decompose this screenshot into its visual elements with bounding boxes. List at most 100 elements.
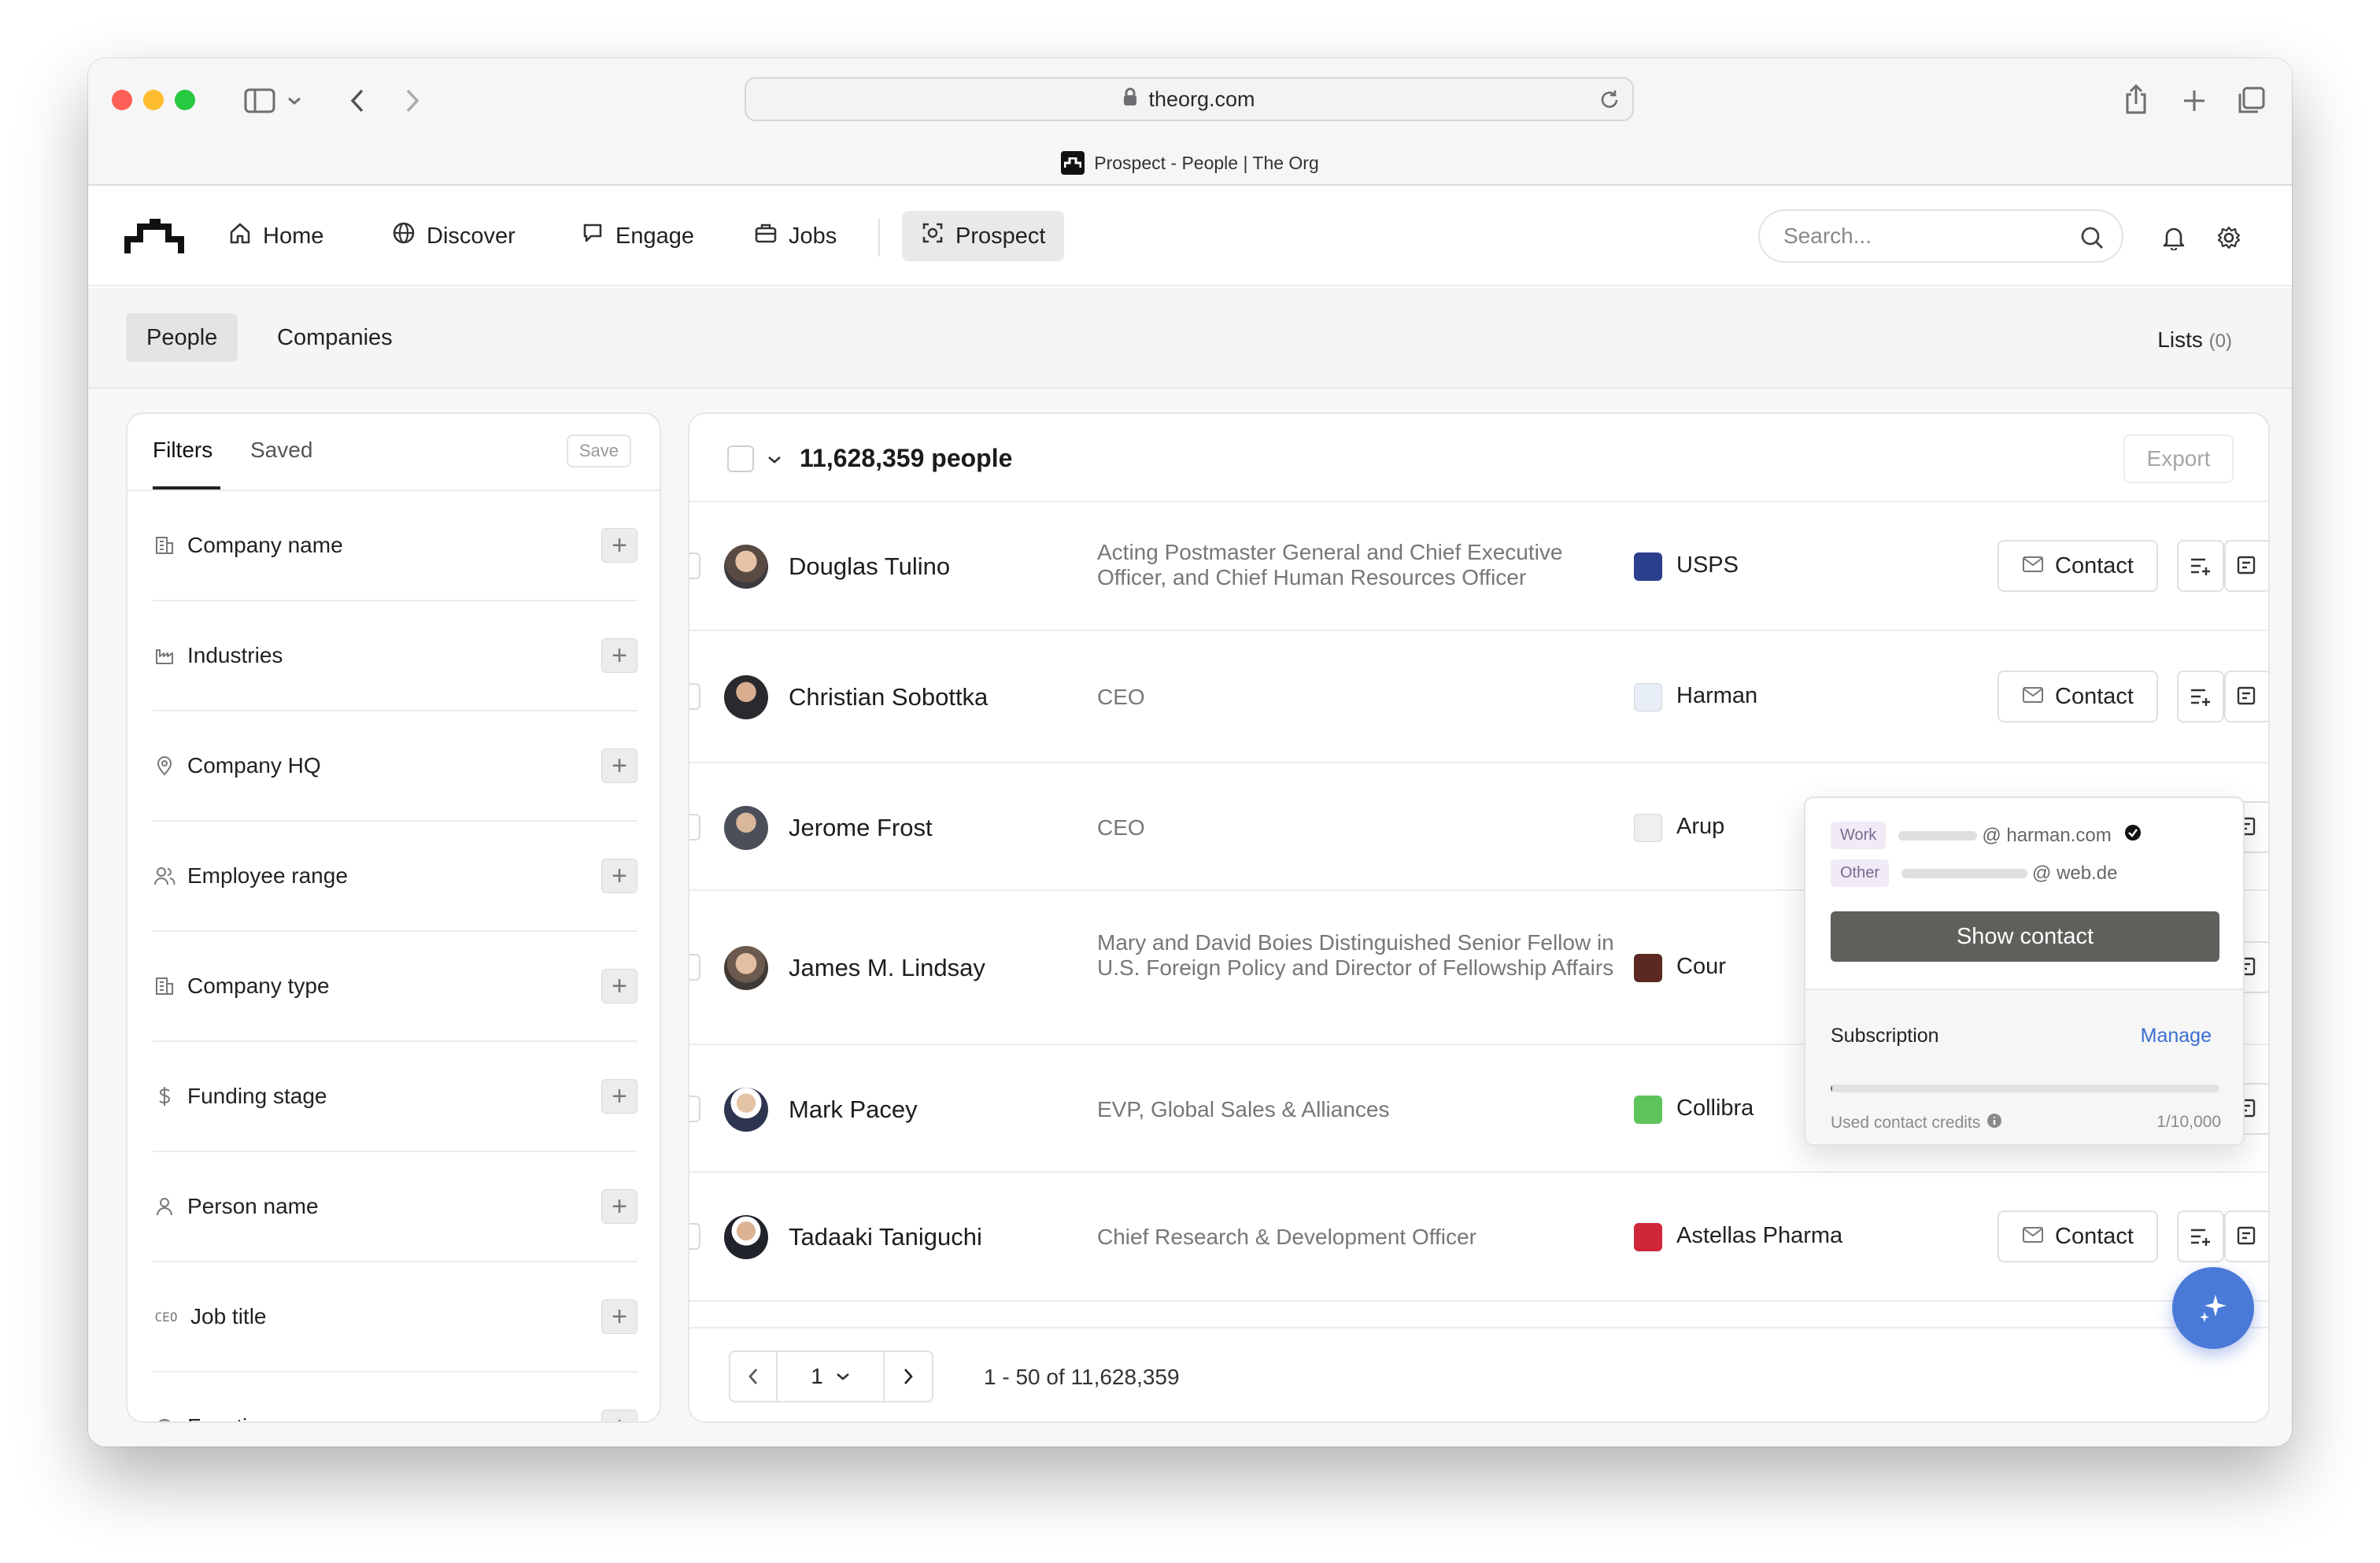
person-name[interactable]: Mark Pacey: [789, 1096, 918, 1124]
prev-page-button[interactable]: [730, 1352, 778, 1401]
add-note-button[interactable]: [2224, 671, 2268, 722]
lists-link[interactable]: Lists (0): [2157, 327, 2232, 353]
contact-button[interactable]: Contact: [1998, 540, 2158, 592]
add-filter-button[interactable]: +: [601, 1079, 638, 1114]
row-checkbox[interactable]: [689, 552, 700, 579]
add-filter-button[interactable]: +: [601, 748, 638, 783]
dollar-icon: [153, 1084, 176, 1108]
add-to-list-button[interactable]: [2177, 671, 2224, 722]
filter-company-type[interactable]: Company type +: [153, 932, 638, 1042]
search-input[interactable]: Search...: [1758, 209, 2123, 263]
back-icon[interactable]: [342, 85, 373, 116]
gear-icon[interactable]: [2213, 222, 2245, 253]
new-tab-icon[interactable]: [2177, 83, 2212, 118]
row-checkbox[interactable]: [689, 814, 700, 841]
nav-jobs[interactable]: Jobs: [735, 211, 856, 261]
filter-person-name[interactable]: Person name +: [153, 1152, 638, 1262]
factory-icon: [153, 644, 176, 667]
tab-filters[interactable]: Filters: [153, 438, 213, 463]
select-all-checkbox[interactable]: [727, 445, 754, 472]
export-button[interactable]: Export: [2123, 434, 2234, 483]
chevron-down-icon[interactable]: [285, 90, 304, 112]
filter-employee-range[interactable]: Employee range +: [153, 822, 638, 932]
add-filter-button[interactable]: +: [601, 1189, 638, 1224]
tab-people[interactable]: People: [126, 313, 238, 362]
avatar: [724, 806, 768, 850]
tab-saved[interactable]: Saved: [250, 438, 312, 463]
manage-link[interactable]: Manage: [2141, 1025, 2212, 1048]
add-filter-button[interactable]: +: [601, 1299, 638, 1334]
bell-icon[interactable]: [2158, 222, 2190, 253]
filter-company-hq[interactable]: Company HQ +: [153, 711, 638, 822]
info-icon[interactable]: [1986, 1113, 2002, 1133]
search-icon[interactable]: [2079, 225, 2105, 256]
page-number: 1: [811, 1364, 823, 1388]
close-window-button[interactable]: [112, 90, 132, 110]
add-filter-button[interactable]: +: [601, 528, 638, 563]
nav-discover[interactable]: Discover: [373, 211, 534, 261]
sidebar-toggle-icon[interactable]: [242, 85, 277, 116]
table-row[interactable]: Christian Sobottka CEO Harman Contact: [689, 631, 2268, 763]
share-icon[interactable]: [2119, 80, 2153, 118]
filter-funding-stage[interactable]: Funding stage +: [153, 1042, 638, 1152]
company-name[interactable]: USPS: [1676, 552, 1739, 578]
nav-home[interactable]: Home: [209, 211, 342, 261]
nav-engage[interactable]: Engage: [562, 211, 713, 261]
filter-function[interactable]: Function +: [153, 1373, 638, 1421]
filter-industries[interactable]: Industries +: [153, 601, 638, 711]
tab-title[interactable]: Prospect - People | The Org: [88, 151, 2292, 175]
add-filter-button[interactable]: +: [601, 638, 638, 673]
filter-job-title[interactable]: CEO Job title +: [153, 1262, 638, 1373]
add-filter-button[interactable]: +: [601, 969, 638, 1003]
row-checkbox[interactable]: [689, 1223, 700, 1250]
tab-overview-icon[interactable]: [2234, 83, 2268, 118]
engage-icon: [581, 221, 604, 251]
nav-prospect[interactable]: Prospect: [902, 211, 1065, 261]
row-checkbox[interactable]: [689, 683, 700, 710]
person-name[interactable]: Tadaaki Taniguchi: [789, 1223, 982, 1251]
add-to-list-button[interactable]: [2177, 1210, 2224, 1262]
tab-companies[interactable]: Companies: [257, 313, 413, 362]
chevron-down-icon[interactable]: [765, 449, 784, 471]
show-contact-button[interactable]: Show contact: [1831, 911, 2219, 962]
company-name[interactable]: Arup: [1676, 814, 1724, 840]
row-checkbox[interactable]: [689, 954, 700, 981]
person-name[interactable]: Douglas Tulino: [789, 552, 950, 581]
add-filter-button[interactable]: +: [601, 859, 638, 893]
person-name[interactable]: Christian Sobottka: [789, 683, 988, 711]
address-bar[interactable]: theorg.com: [745, 77, 1634, 121]
save-filters-button[interactable]: Save: [566, 434, 631, 467]
other-email-line: Other @ web.de: [1831, 859, 2117, 887]
filter-company-name[interactable]: Company name +: [153, 491, 638, 601]
add-to-list-button[interactable]: [2177, 540, 2224, 592]
minimize-window-button[interactable]: [143, 90, 164, 110]
forward-icon[interactable]: [397, 85, 428, 116]
company-name[interactable]: Harman: [1676, 683, 1757, 709]
globe-icon: [392, 221, 416, 251]
ai-assistant-button[interactable]: [2172, 1267, 2254, 1349]
row-checkbox[interactable]: [689, 1096, 700, 1122]
mail-icon: [2022, 1224, 2044, 1250]
table-row[interactable]: Douglas Tulino Acting Postmaster General…: [689, 502, 2268, 631]
zoom-window-button[interactable]: [175, 90, 195, 110]
theorg-logo[interactable]: [124, 217, 184, 260]
company-logo: [1634, 683, 1662, 711]
person-name[interactable]: Jerome Frost: [789, 814, 933, 842]
avatar: [724, 675, 768, 719]
company-name[interactable]: Cour: [1676, 954, 1726, 980]
note-icon: [2237, 556, 2256, 575]
add-note-button[interactable]: [2224, 1210, 2268, 1262]
next-page-button[interactable]: [885, 1352, 932, 1401]
company-name[interactable]: Astellas Pharma: [1676, 1223, 1842, 1249]
table-row[interactable]: Tadaaki Taniguchi Chief Research & Devel…: [689, 1173, 2268, 1302]
company-name[interactable]: Collibra: [1676, 1096, 1754, 1121]
filter-label: Company type: [187, 974, 330, 998]
contact-button[interactable]: Contact: [1998, 1210, 2158, 1262]
person-name[interactable]: James M. Lindsay: [789, 954, 985, 982]
contact-button[interactable]: Contact: [1998, 671, 2158, 722]
page-select[interactable]: 1: [778, 1352, 885, 1401]
reload-icon[interactable]: [1598, 88, 1621, 117]
work-tag: Work: [1831, 822, 1887, 849]
add-filter-button[interactable]: +: [601, 1410, 638, 1421]
add-note-button[interactable]: [2224, 540, 2268, 592]
